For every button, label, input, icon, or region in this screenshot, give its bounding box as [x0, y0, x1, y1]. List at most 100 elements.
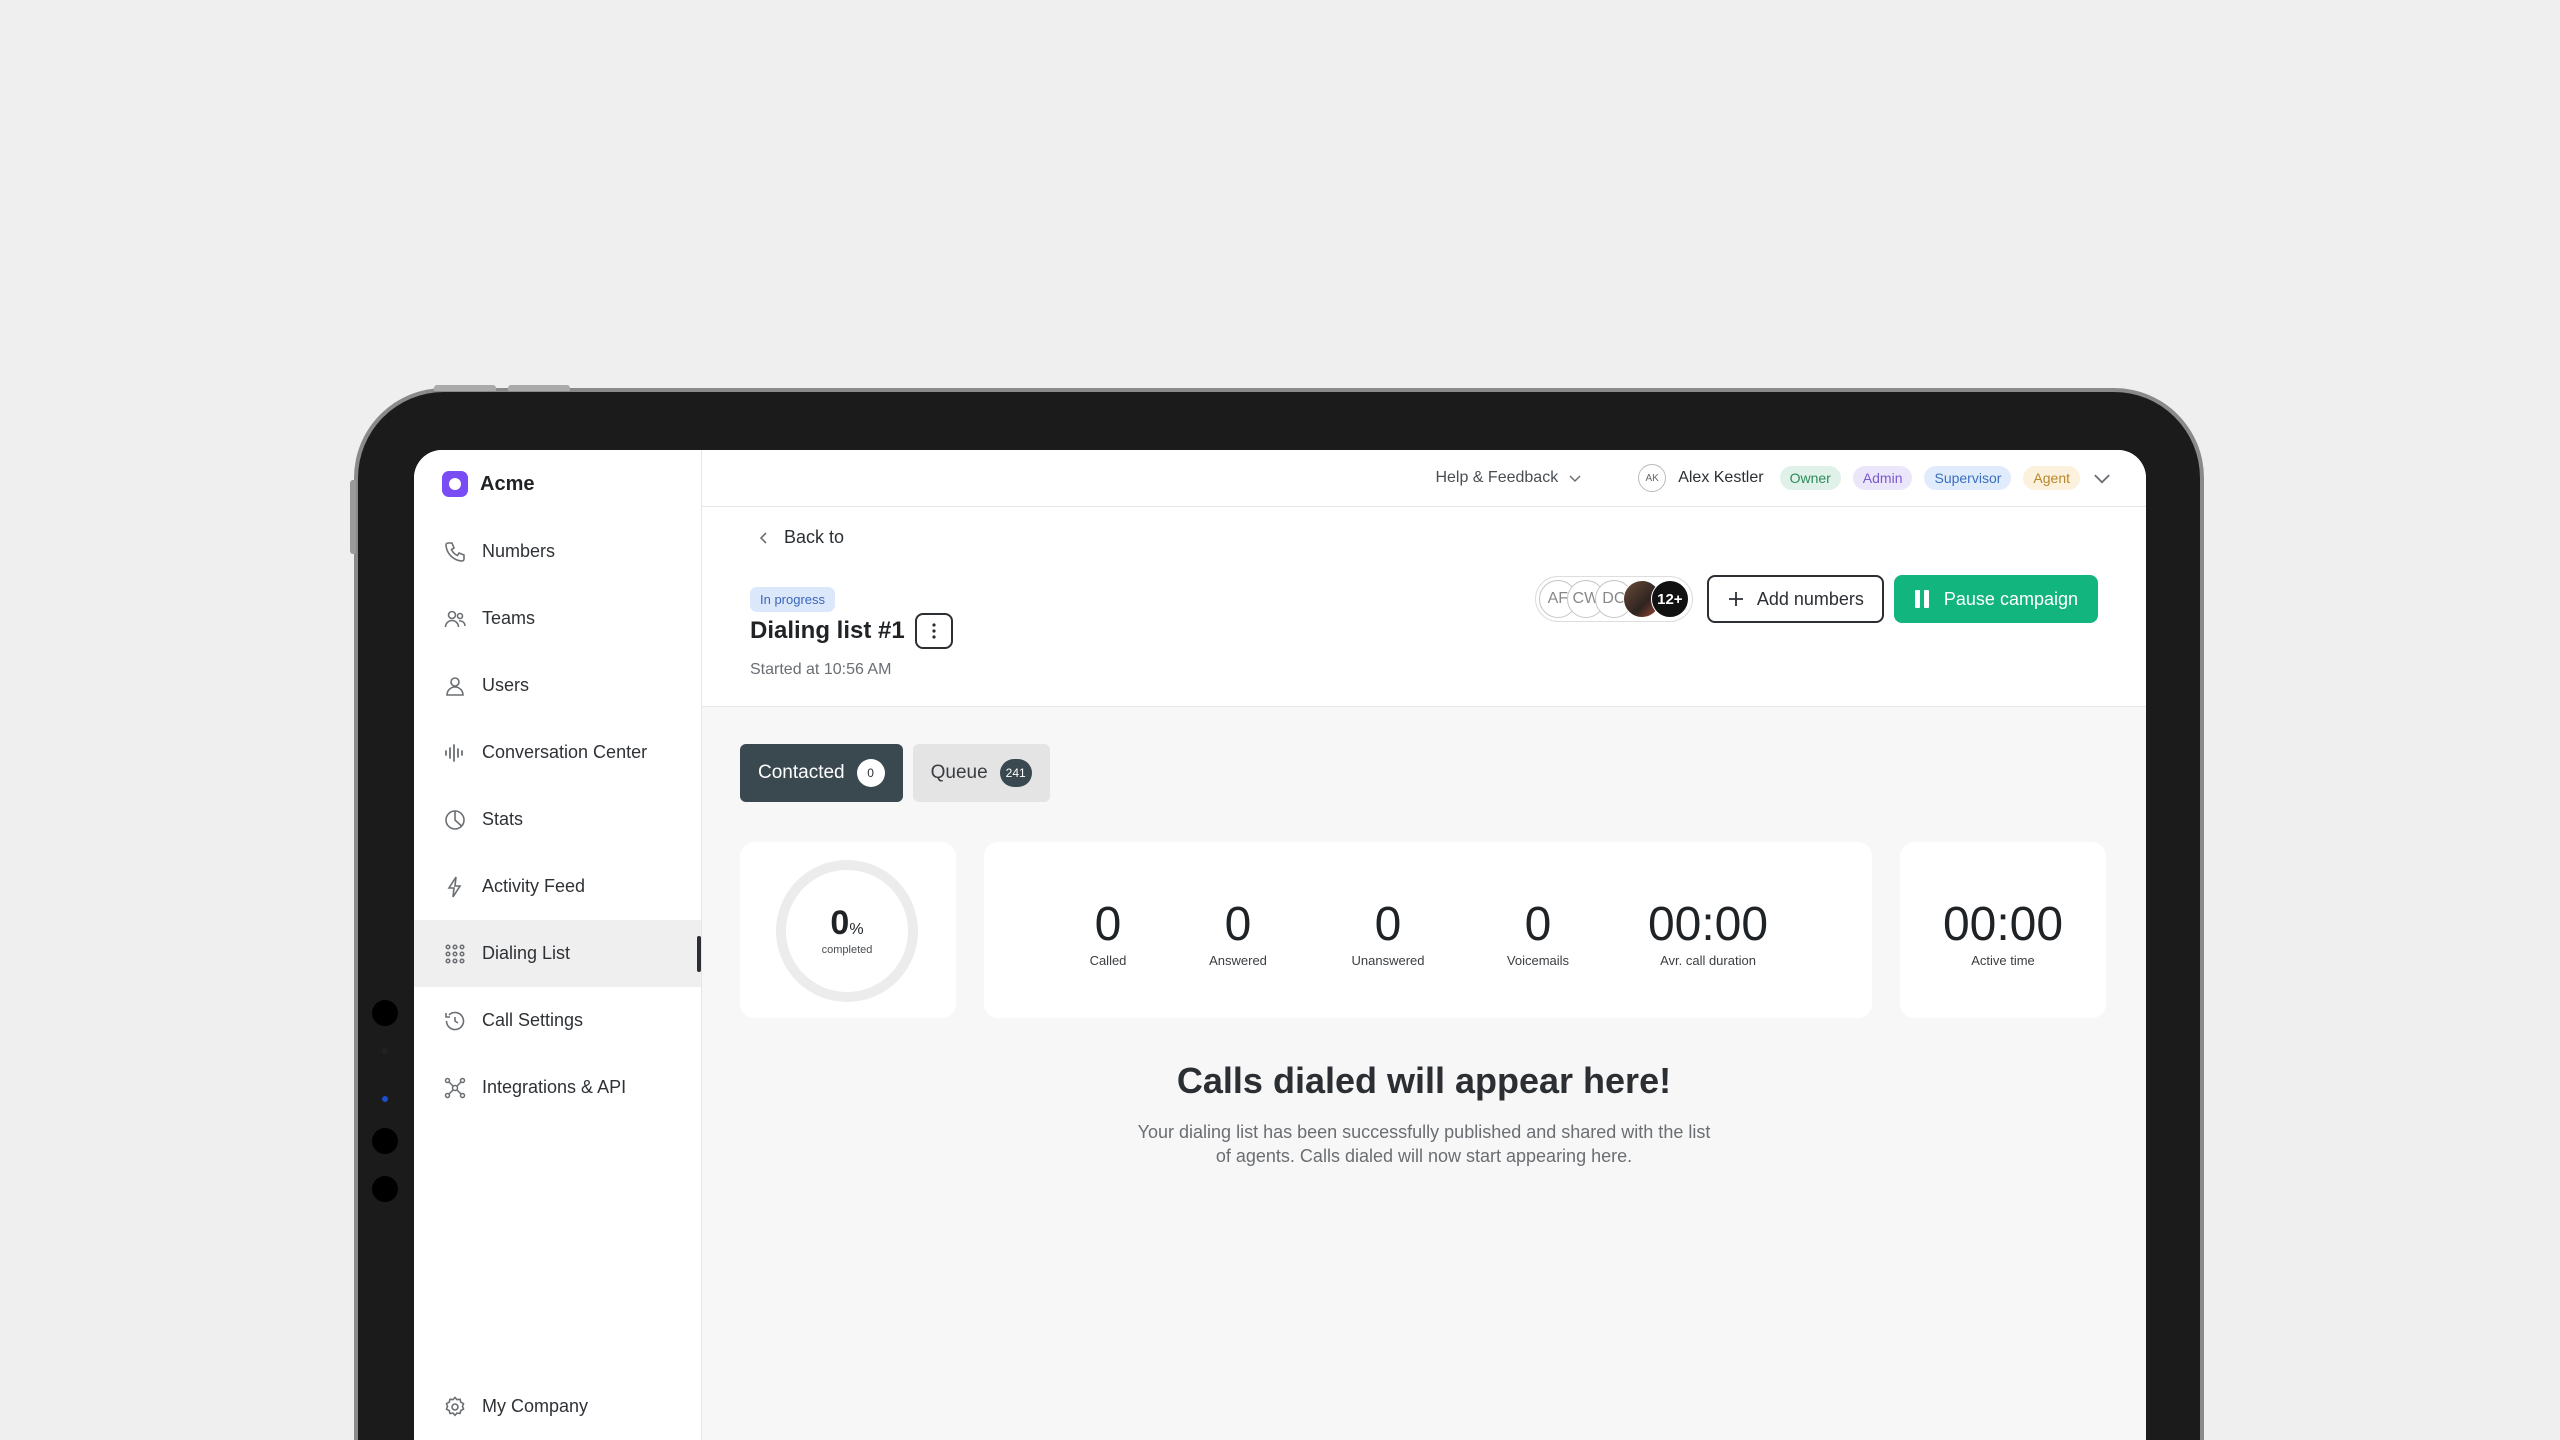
device-sensor [382, 1096, 388, 1102]
sidebar-item-label: Numbers [482, 541, 556, 561]
back-link[interactable]: Back to [758, 527, 844, 548]
empty-state: Calls dialed will appear here! Your dial… [702, 1060, 2146, 1168]
more-options-button[interactable] [914, 613, 953, 649]
progress-card: 0% completed [740, 842, 956, 1018]
waveform-icon [442, 740, 468, 766]
device-camera [372, 1128, 398, 1154]
empty-state-description: Your dialing list has been successfully … [1137, 1122, 1711, 1166]
sidebar-bottom: My Company [414, 1373, 701, 1440]
title-row: Dialing list #1 [750, 613, 953, 649]
help-feedback-label: Help & Feedback [1435, 469, 1559, 486]
sidebar-item-teams[interactable]: Teams [414, 585, 701, 652]
stat-unanswered: 0 Unanswered [1303, 893, 1473, 968]
stat-avg-call-duration: 00:00 Avr. call duration [1603, 893, 1813, 968]
device-sensor [382, 1048, 388, 1054]
stat-value: 0 [1224, 897, 1252, 951]
sidebar-item-label: Dialing List [482, 943, 571, 963]
tab-queue[interactable]: Queue 241 [912, 744, 1050, 802]
stat-value: 0 [1094, 897, 1122, 951]
device-camera [372, 1000, 398, 1026]
sidebar-item-label: My Company [482, 1396, 589, 1416]
agent-avatars[interactable]: AF CW DC 12+ [1534, 576, 1693, 622]
role-badge-supervisor: Supervisor [1924, 466, 2012, 490]
user-name: Alex Kestler [1678, 469, 1764, 486]
gear-icon [442, 1394, 468, 1420]
app-screen: Acme Numbers Teams Users Conversation Ce… [414, 450, 2146, 1440]
stat-called: 0 Called [1043, 893, 1173, 968]
integrations-icon [442, 1075, 468, 1101]
avatar[interactable]: AK [1638, 464, 1667, 492]
stat-label: Unanswered [1351, 952, 1425, 968]
sidebar-item-activity-feed[interactable]: Activity Feed [414, 853, 701, 920]
lightning-icon [442, 874, 468, 900]
sidebar-item-users[interactable]: Users [414, 652, 701, 719]
stat-voicemails: 0 Voicemails [1473, 893, 1603, 968]
active-time-card: 00:00 Active time [1900, 842, 2106, 1018]
status-badge: In progress [750, 587, 836, 612]
tab-count-badge: 0 [856, 759, 885, 787]
stat-label: Answered [1209, 952, 1267, 968]
stat-value: 00:00 [1647, 897, 1769, 951]
page-header: Back to In progress Dialing list #1 Star… [702, 507, 2146, 707]
device-top-button [508, 385, 570, 391]
stat-answered: 0 Answered [1173, 893, 1303, 968]
acme-logo-icon [442, 471, 468, 497]
back-label: Back to [784, 527, 845, 547]
topbar: Help & Feedback AK Alex Kestler Owner Ad… [702, 450, 2146, 507]
stat-label: Avr. call duration [1660, 952, 1756, 968]
sidebar-item-label: Users [482, 675, 530, 695]
sidebar-item-integrations[interactable]: Integrations & API [414, 1054, 701, 1121]
history-icon [442, 1008, 468, 1034]
tab-label: Queue [930, 762, 988, 783]
stats-card: 0 Called 0 Answered 0 Unanswered 0 Voice… [984, 842, 1872, 1018]
stat-label: Called [1089, 952, 1127, 968]
stat-value: 0 [1374, 897, 1402, 951]
progress-ring: 0% completed [776, 860, 918, 1002]
empty-state-title: Calls dialed will appear here! [1176, 1060, 1672, 1101]
team-icon [442, 606, 468, 632]
sidebar-item-label: Teams [482, 608, 536, 628]
kebab-menu-icon [932, 623, 936, 639]
sidebar-item-stats[interactable]: Stats [414, 786, 701, 853]
page-title: Dialing list #1 [750, 617, 905, 644]
sidebar-item-label: Conversation Center [482, 742, 648, 762]
role-badge-admin: Admin [1852, 466, 1913, 490]
sidebar-item-label: Integrations & API [482, 1077, 627, 1097]
tabs: Contacted 0 Queue 241 [740, 744, 1050, 802]
phone-icon [442, 539, 468, 565]
sidebar-item-call-settings[interactable]: Call Settings [414, 987, 701, 1054]
more-agents-badge: 12+ [1650, 580, 1689, 618]
sidebar-item-label: Call Settings [482, 1010, 584, 1030]
sidebar-item-my-company[interactable]: My Company [414, 1373, 701, 1440]
plus-icon [1728, 592, 1743, 606]
chevron-left-icon [759, 531, 767, 544]
tab-contacted[interactable]: Contacted 0 [740, 744, 903, 802]
role-badge-agent: Agent [2023, 466, 2080, 490]
brand[interactable]: Acme [414, 450, 701, 518]
stat-active-time: 00:00 Active time [1943, 893, 2063, 968]
sidebar-item-numbers[interactable]: Numbers [414, 518, 701, 585]
chevron-down-icon [1569, 475, 1581, 483]
tab-count-badge: 241 [999, 759, 1032, 787]
device-side-button [350, 480, 356, 554]
stat-value: 0 [1524, 897, 1552, 951]
sidebar-item-conversation-center[interactable]: Conversation Center [414, 719, 701, 786]
stat-label: Active time [1971, 952, 2035, 968]
sidebar-item-dialing-list[interactable]: Dialing List [414, 920, 701, 987]
add-numbers-button[interactable]: Add numbers [1706, 575, 1884, 623]
header-actions: AF CW DC 12+ Add numbers Pause campaign [1534, 575, 2098, 623]
progress-label: completed [821, 944, 873, 956]
user-menu-chevron-icon[interactable] [2092, 468, 2112, 488]
sidebar: Acme Numbers Teams Users Conversation Ce… [414, 450, 702, 1440]
role-badge-owner: Owner [1779, 466, 1841, 490]
sidebar-item-label: Stats [482, 809, 524, 829]
help-feedback-menu[interactable]: Help & Feedback [1435, 469, 1582, 487]
stat-value: 00:00 [1942, 897, 2064, 951]
sidebar-item-label: Activity Feed [482, 876, 586, 896]
pause-campaign-button[interactable]: Pause campaign [1893, 575, 2098, 623]
stat-label: Voicemails [1506, 952, 1570, 968]
pie-chart-icon [442, 807, 468, 833]
add-numbers-label: Add numbers [1756, 588, 1864, 609]
pause-campaign-label: Pause campaign [1943, 588, 2078, 609]
device-camera [372, 1176, 398, 1202]
